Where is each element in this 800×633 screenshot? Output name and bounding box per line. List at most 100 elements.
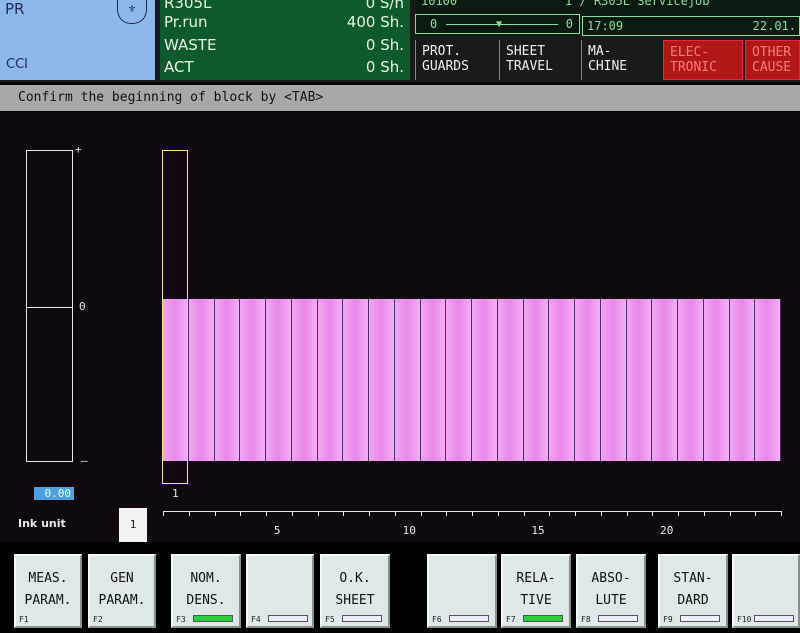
- electronic-fault-button[interactable]: ELEC- TRONIC: [663, 40, 743, 80]
- ink-zones[interactable]: [163, 299, 781, 461]
- key-fn-number: F1: [19, 615, 29, 624]
- prompt-text: Confirm the beginning of block by <TAB>: [18, 90, 324, 105]
- ink-zone[interactable]: [420, 299, 447, 461]
- axis-tick: [729, 511, 731, 516]
- ink-zone[interactable]: [214, 299, 241, 461]
- counter-row: WASTE 0 Sh.: [164, 36, 404, 58]
- ink-zone[interactable]: [626, 299, 653, 461]
- axis-tick: [420, 511, 422, 516]
- axis-tick-label: 15: [531, 524, 545, 537]
- ink-zone[interactable]: [446, 299, 472, 461]
- function-key-f4[interactable]: F4: [246, 554, 314, 628]
- job-title: 1 / R305L Servicejob: [565, 0, 710, 8]
- ink-zone[interactable]: [523, 299, 550, 461]
- mode-sub-label: CCI: [6, 57, 28, 72]
- speed-slider[interactable]: 0 ▼ 0: [415, 14, 580, 34]
- axis-tick: [575, 511, 576, 516]
- function-key-f8[interactable]: ABSO- LUTE F8: [576, 554, 646, 628]
- date-value: 22.01.: [752, 19, 796, 33]
- counter-row: Pr.run 400 Sh.: [164, 13, 404, 35]
- ink-zone[interactable]: [369, 299, 395, 461]
- slider-knob-icon[interactable]: ▼: [496, 19, 502, 30]
- key-status-led: [449, 615, 489, 622]
- ink-zone[interactable]: [394, 299, 421, 461]
- axis-tick: [549, 511, 551, 516]
- key-status-led: [754, 615, 794, 622]
- ink-zone[interactable]: [497, 299, 524, 461]
- counter-value: 0 Sh.: [365, 58, 404, 76]
- ink-zone[interactable]: [343, 299, 369, 461]
- button-label: SHEET TRAVEL: [506, 44, 553, 74]
- ink-zone[interactable]: [703, 299, 730, 461]
- key-fn-number: F3: [176, 615, 186, 624]
- ink-zone[interactable]: [266, 299, 292, 461]
- axis-tick: [240, 511, 242, 516]
- ink-zone[interactable]: [600, 299, 627, 461]
- axis-tick: [600, 511, 602, 516]
- key-fn-number: F8: [581, 615, 591, 624]
- ink-zone-graph: + 0 – 0.00 1 Ink unit 1 5 10 15 20: [0, 112, 800, 542]
- ink-zone[interactable]: [291, 299, 318, 461]
- axis-tick-label: 20: [660, 524, 674, 537]
- sheet-counters: R305L 0 S/h Pr.run 400 Sh. WASTE 0 Sh. A…: [160, 0, 410, 80]
- key-label: O.K. SHEET: [335, 571, 375, 608]
- ink-zone[interactable]: [317, 299, 344, 461]
- axis-tick-label: 10: [402, 524, 416, 537]
- machine-button[interactable]: MA- CHINE: [581, 40, 661, 80]
- ink-zone[interactable]: [575, 299, 601, 461]
- prompt-bar: Confirm the beginning of block by <TAB>: [0, 85, 800, 111]
- key-status-led: [523, 615, 563, 622]
- key-fn-number: F6: [432, 615, 442, 624]
- mode-panel: PR ⚜ CCI: [0, 0, 155, 80]
- axis-tick: [188, 511, 190, 516]
- key-fn-number: F4: [251, 615, 261, 624]
- key-label: NOM. DENS.: [186, 571, 226, 608]
- function-key-f7[interactable]: RELA- TIVE F7: [501, 554, 571, 628]
- other-cause-button[interactable]: OTHER CAUSE: [745, 40, 800, 80]
- key-fn-number: F2: [93, 615, 103, 624]
- ink-zone[interactable]: [652, 299, 678, 461]
- axis-tick: [163, 511, 164, 516]
- key-fn-number: F5: [325, 615, 335, 624]
- function-key-f10[interactable]: F10: [732, 554, 800, 628]
- press-logo-icon: ⚜: [117, 0, 147, 24]
- axis-tick: [523, 511, 525, 516]
- counter-row: ACT 0 Sh.: [164, 58, 404, 80]
- scale-zero-mark: 0: [79, 300, 86, 313]
- axis-tick: [703, 511, 705, 516]
- function-key-f5[interactable]: O.K. SHEET F5: [320, 554, 390, 628]
- prot-guards-button[interactable]: PROT. GUARDS: [415, 40, 497, 80]
- button-label: MA- CHINE: [588, 44, 628, 74]
- axis-tick: [678, 511, 679, 516]
- axis-tick: [497, 511, 499, 516]
- function-key-f3[interactable]: NOM. DENS. F3: [171, 554, 241, 628]
- axis-tick: [343, 511, 345, 516]
- axis-tick: [626, 511, 628, 516]
- function-key-f9[interactable]: STAN- DARD F9: [658, 554, 728, 628]
- ink-zone[interactable]: [755, 299, 781, 461]
- counter-value: 0 S/h: [365, 0, 404, 12]
- sheet-travel-button[interactable]: SHEET TRAVEL: [499, 40, 579, 80]
- selected-zone-cursor[interactable]: [162, 150, 188, 484]
- ink-zone[interactable]: [472, 299, 498, 461]
- ink-zone[interactable]: [729, 299, 756, 461]
- key-label: MEAS. PARAM.: [24, 571, 72, 608]
- axis-tick: [446, 511, 448, 516]
- key-status-led: [268, 615, 308, 622]
- function-key-f2[interactable]: GEN PARAM. F2: [88, 554, 156, 628]
- function-key-f1[interactable]: MEAS. PARAM. F1: [14, 554, 82, 628]
- key-status-led: [193, 615, 233, 622]
- ink-zone[interactable]: [549, 299, 575, 461]
- function-key-f6[interactable]: F6: [427, 554, 497, 628]
- ink-unit-field[interactable]: 1: [119, 508, 147, 542]
- button-label: ELEC- TRONIC: [670, 45, 717, 75]
- counter-value: 0 Sh.: [365, 36, 404, 54]
- axis-tick: [214, 511, 216, 516]
- ink-zone[interactable]: [240, 299, 266, 461]
- correction-scale-bar[interactable]: [26, 150, 73, 462]
- time-value: 17:09: [587, 19, 624, 33]
- ink-zone[interactable]: [678, 299, 704, 461]
- key-status-led: [680, 615, 720, 622]
- axis-tick: [317, 511, 319, 516]
- ink-zone[interactable]: [188, 299, 215, 461]
